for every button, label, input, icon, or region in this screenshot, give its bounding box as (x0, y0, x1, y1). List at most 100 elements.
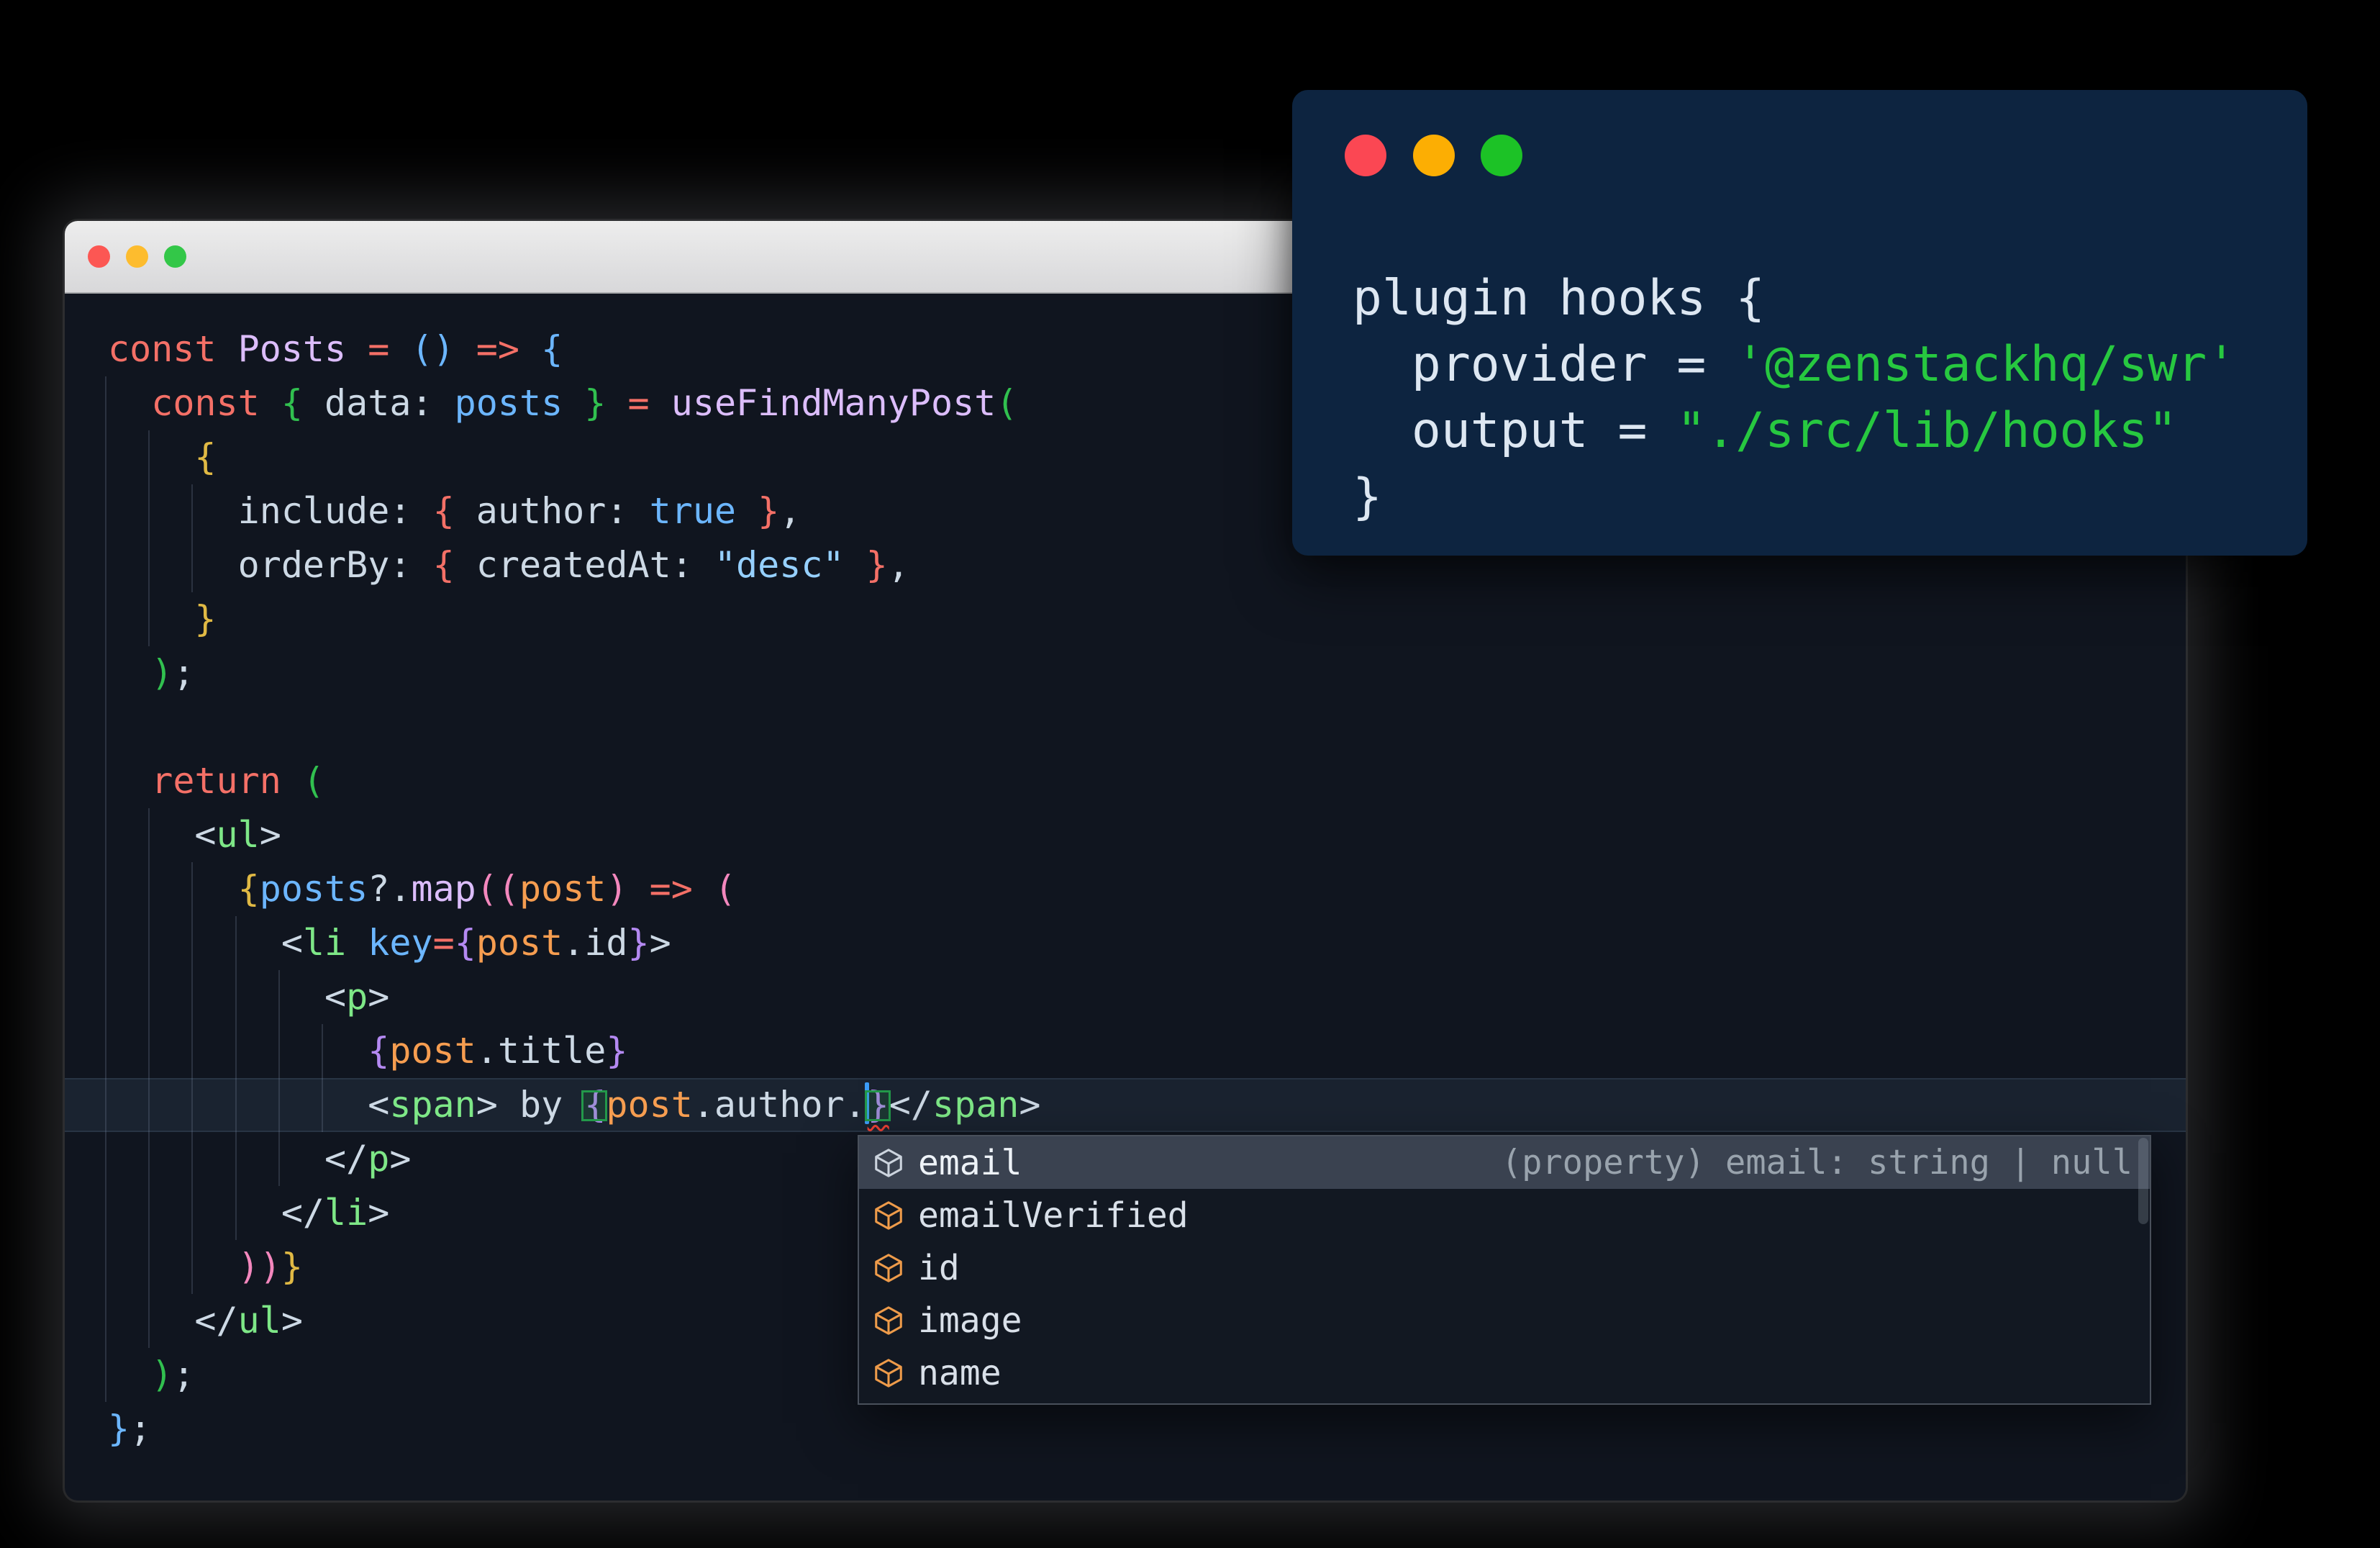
suggestion-item-name[interactable]: name (859, 1346, 2150, 1399)
minimize-button[interactable] (126, 245, 148, 268)
suggestion-item-id[interactable]: id (859, 1241, 2150, 1294)
code-token: > (281, 1300, 303, 1341)
code-token: span (932, 1084, 1019, 1126)
code-token: , (779, 490, 801, 532)
suggestion-label: email (918, 1142, 1022, 1183)
code-token: "desc" (714, 544, 845, 586)
code-token: } (866, 544, 888, 586)
code-token: </ (324, 1138, 368, 1180)
code-token: ) (606, 868, 628, 910)
code-token: p (368, 1138, 390, 1180)
code-token: } (867, 1084, 889, 1126)
suggestion-item-email[interactable]: email (property) email: string | null (859, 1136, 2150, 1189)
config-line: plugin hooks { (1353, 266, 2236, 332)
zoom-button[interactable] (164, 245, 186, 268)
code-token: ( (476, 868, 498, 910)
code-token: span (389, 1084, 476, 1126)
code-line[interactable]: ); (65, 646, 2186, 700)
code-token: ?. (368, 868, 412, 910)
plugin-config-window: plugin hooks { provider = '@zenstackhq/s… (1292, 90, 2307, 556)
suggestion-label: id (918, 1247, 960, 1288)
code-token: } (758, 490, 780, 532)
code-token: > (368, 1192, 390, 1234)
code-token: key (368, 922, 433, 964)
close-button[interactable] (1345, 135, 1386, 176)
plugin-config-code: plugin hooks { provider = '@zenstackhq/s… (1353, 266, 2236, 530)
code-token: map (411, 868, 476, 910)
code-token: li (324, 1192, 368, 1234)
code-token: { (281, 382, 303, 424)
code-token: createdAt: (454, 544, 714, 586)
code-token: posts (454, 382, 563, 424)
code-token: p (346, 976, 368, 1018)
code-token: { (368, 1030, 390, 1072)
zoom-button[interactable] (1481, 135, 1522, 176)
code-token: , (887, 544, 909, 586)
code-line[interactable]: {post.title} (65, 1024, 2186, 1078)
minimize-button[interactable] (1412, 135, 1455, 176)
suggestion-detail: (property) email: string | null (1501, 1143, 2133, 1182)
code-token: .author. (692, 1084, 866, 1126)
code-token: { (237, 868, 260, 910)
code-line[interactable]: <ul> (65, 808, 2186, 862)
code-token: { (432, 544, 455, 586)
dropdown-scrollbar[interactable] (2138, 1138, 2148, 1224)
code-line[interactable]: } (65, 592, 2186, 646)
field-cube-icon (872, 1357, 905, 1390)
code-line[interactable]: {posts?.map((post) => ( (65, 862, 2186, 916)
code-token: ; (173, 652, 195, 694)
code-token: { (454, 922, 476, 964)
config-token: plugin hooks { (1353, 270, 1766, 327)
code-token: post (389, 1030, 476, 1072)
code-token: = (432, 922, 455, 964)
code-token: ( (497, 868, 519, 910)
code-token: posts (259, 868, 368, 910)
code-line[interactable]: return ( (65, 754, 2186, 808)
code-token: > (1019, 1084, 1041, 1126)
code-line[interactable]: }; (65, 1402, 2186, 1456)
code-token: .id (563, 922, 628, 964)
suggestion-item-emailVerified[interactable]: emailVerified (859, 1189, 2150, 1241)
code-line-active[interactable]: <span> by {post.author.}</span> (65, 1078, 2186, 1132)
suggestion-item-image[interactable]: image (859, 1294, 2150, 1346)
code-token: ( (302, 760, 325, 802)
code-token: const (108, 328, 238, 370)
config-line: provider = '@zenstackhq/swr' (1353, 332, 2236, 398)
code-token: > (368, 976, 390, 1018)
config-token: output = (1353, 402, 1677, 459)
code-line[interactable]: <p> (65, 970, 2186, 1024)
code-token: < (194, 814, 217, 856)
code-line[interactable] (65, 700, 2186, 754)
code-token: > (259, 814, 281, 856)
code-token: { (194, 436, 217, 478)
suggestion-label: image (918, 1300, 1022, 1341)
code-line[interactable]: <li key={post.id}> (65, 916, 2186, 970)
close-button[interactable] (88, 245, 110, 268)
suggestion-label: name (918, 1352, 1001, 1393)
code-token: true (649, 490, 737, 532)
code-token: return (151, 760, 303, 802)
code-token: } (584, 382, 607, 424)
code-token: li (302, 922, 347, 964)
code-token: ( (996, 382, 1018, 424)
code-token: post (606, 1084, 693, 1126)
